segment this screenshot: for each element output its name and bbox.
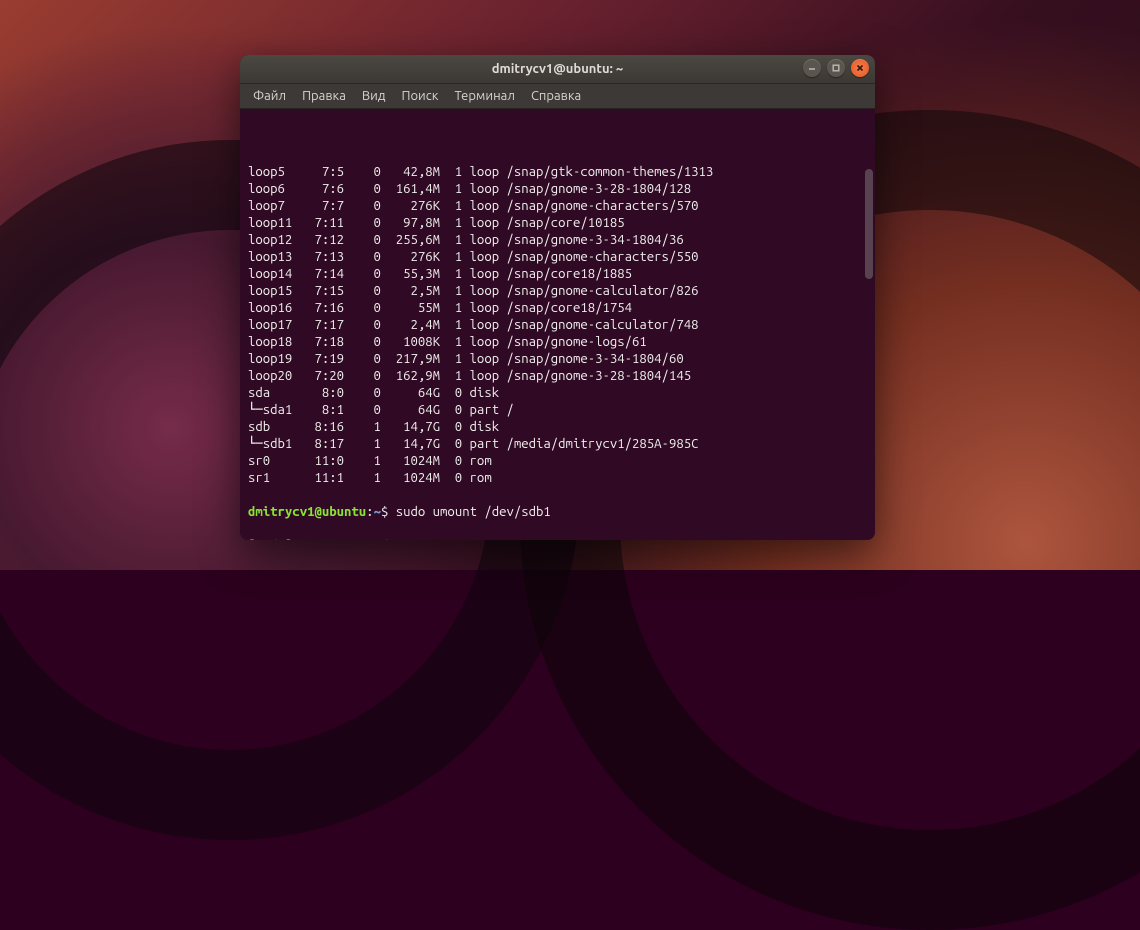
- menu-file[interactable]: Файл: [246, 87, 293, 105]
- lsblk-row: sda 8:0 0 64G 0 disk: [248, 385, 867, 402]
- scrollbar-thumb[interactable]: [865, 169, 873, 279]
- lsblk-row: loop6 7:6 0 161,4M 1 loop /snap/gnome-3-…: [248, 181, 867, 198]
- lsblk-row: loop13 7:13 0 276K 1 loop /snap/gnome-ch…: [248, 249, 867, 266]
- menu-help[interactable]: Справка: [524, 87, 588, 105]
- maximize-button[interactable]: [827, 59, 845, 77]
- lsblk-row: loop14 7:14 0 55,3M 1 loop /snap/core18/…: [248, 266, 867, 283]
- prompt-at: @: [314, 505, 321, 519]
- prompt-path: ~: [374, 505, 381, 519]
- prompt-colon: :: [366, 505, 373, 519]
- close-icon: [855, 63, 865, 73]
- sudo-password-prompt: [sudo] пароль для dmitrycv1:: [248, 538, 867, 540]
- prompt-line-1: dmitrycv1@ubuntu:~$ sudo umount /dev/sdb…: [248, 504, 867, 521]
- prompt-dollar: $: [381, 505, 396, 519]
- lsblk-row: └─sdb1 8:17 1 14,7G 0 part /media/dmitry…: [248, 436, 867, 453]
- menubar: Файл Правка Вид Поиск Терминал Справка: [240, 84, 875, 109]
- menu-edit[interactable]: Правка: [295, 87, 353, 105]
- menu-view[interactable]: Вид: [355, 87, 393, 105]
- lsblk-row: loop19 7:19 0 217,9M 1 loop /snap/gnome-…: [248, 351, 867, 368]
- window-controls: [803, 59, 869, 77]
- close-button[interactable]: [851, 59, 869, 77]
- lsblk-row: loop20 7:20 0 162,9M 1 loop /snap/gnome-…: [248, 368, 867, 385]
- window-titlebar[interactable]: dmitrycv1@ubuntu: ~: [240, 55, 875, 84]
- lsblk-row: loop11 7:11 0 97,8M 1 loop /snap/core/10…: [248, 215, 867, 232]
- menu-terminal[interactable]: Терминал: [447, 87, 521, 105]
- lsblk-row: loop12 7:12 0 255,6M 1 loop /snap/gnome-…: [248, 232, 867, 249]
- lsblk-row: sr0 11:0 1 1024M 0 rom: [248, 453, 867, 470]
- prompt-user: dmitrycv1: [248, 505, 314, 519]
- lsblk-row: loop7 7:7 0 276K 1 loop /snap/gnome-char…: [248, 198, 867, 215]
- lsblk-row: loop16 7:16 0 55M 1 loop /snap/core18/17…: [248, 300, 867, 317]
- command-umount: sudo umount /dev/sdb1: [396, 505, 551, 519]
- lsblk-row: sdb 8:16 1 14,7G 0 disk: [248, 419, 867, 436]
- menu-search[interactable]: Поиск: [394, 87, 445, 105]
- terminal-window: dmitrycv1@ubuntu: ~ Файл Правка Вид Поис…: [240, 55, 875, 540]
- lsblk-row: loop18 7:18 0 1008K 1 loop /snap/gnome-l…: [248, 334, 867, 351]
- minimize-icon: [807, 63, 817, 73]
- lsblk-row: └─sda1 8:1 0 64G 0 part /: [248, 402, 867, 419]
- lsblk-row: loop5 7:5 0 42,8M 1 loop /snap/gtk-commo…: [248, 164, 867, 181]
- prompt-host: ubuntu: [322, 505, 366, 519]
- lsblk-row: loop15 7:15 0 2,5M 1 loop /snap/gnome-ca…: [248, 283, 867, 300]
- terminal-output[interactable]: loop5 7:5 0 42,8M 1 loop /snap/gtk-commo…: [240, 109, 875, 540]
- maximize-icon: [831, 63, 841, 73]
- minimize-button[interactable]: [803, 59, 821, 77]
- window-title: dmitrycv1@ubuntu: ~: [240, 62, 875, 76]
- lsblk-row: loop17 7:17 0 2,4M 1 loop /snap/gnome-ca…: [248, 317, 867, 334]
- lsblk-row: sr1 11:1 1 1024M 0 rom: [248, 470, 867, 487]
